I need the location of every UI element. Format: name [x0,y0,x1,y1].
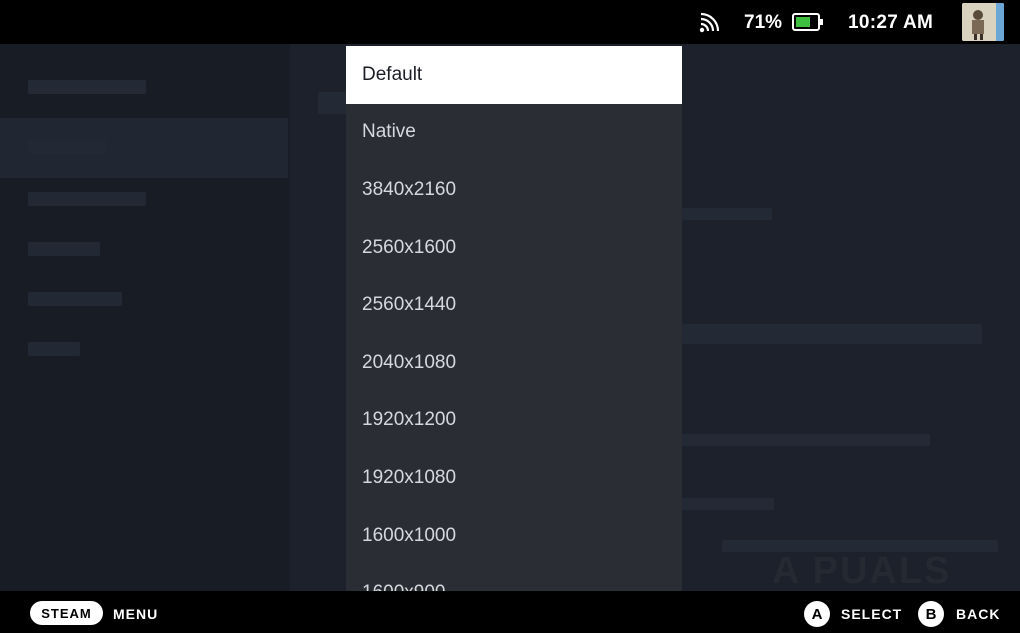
wifi-icon [699,12,720,33]
resolution-dropdown[interactable]: Default Native 3840x2160 2560x1600 2560x1440… [346,46,682,591]
dropdown-option[interactable]: 2560x1440 [346,276,682,334]
dropdown-option[interactable]: Default [346,46,682,104]
back-label: BACK [956,606,1001,622]
sidebar-item-placeholder [28,192,146,206]
clock: 10:27 AM [848,12,934,33]
a-button-icon[interactable]: A [804,601,830,627]
sidebar-header-placeholder [28,80,146,94]
dropdown-option[interactable]: 1920x1080 [346,449,682,507]
dropdown-option[interactable]: 2560x1600 [346,219,682,277]
bottom-bar: STEAM MENU A SELECT B BACK [0,591,1020,633]
watermark: A PUALS [772,550,952,592]
sidebar-item-placeholder [28,242,100,256]
sidebar-item-placeholder [28,140,106,154]
sidebar-item-placeholder [28,292,122,306]
battery-percent: 71% [744,12,783,33]
menu-label: MENU [113,606,159,622]
dropdown-option[interactable]: 1920x1200 [346,392,682,450]
content-text-placeholder [682,434,930,446]
dropdown-option[interactable]: 3840x2160 [346,161,682,219]
avatar-image [962,3,1004,41]
dropdown-option[interactable]: 2040x1080 [346,334,682,392]
content-text-placeholder [682,498,774,510]
dropdown-option[interactable]: 1600x1000 [346,507,682,565]
battery-icon [792,13,823,31]
b-button-icon[interactable]: B [918,601,944,627]
content-title-placeholder [318,92,348,114]
content-text-placeholder [682,208,772,220]
content-row-placeholder [682,324,982,344]
steam-button[interactable]: STEAM [30,601,103,625]
dropdown-option[interactable]: 1600x900 [346,564,682,591]
dropdown-option[interactable]: Native [346,104,682,162]
status-bar: 71% 10:27 AM [0,0,1020,44]
select-label: SELECT [841,606,903,622]
sidebar-item-placeholder [28,342,80,356]
settings-sidebar [0,44,290,591]
avatar[interactable] [962,3,1004,41]
